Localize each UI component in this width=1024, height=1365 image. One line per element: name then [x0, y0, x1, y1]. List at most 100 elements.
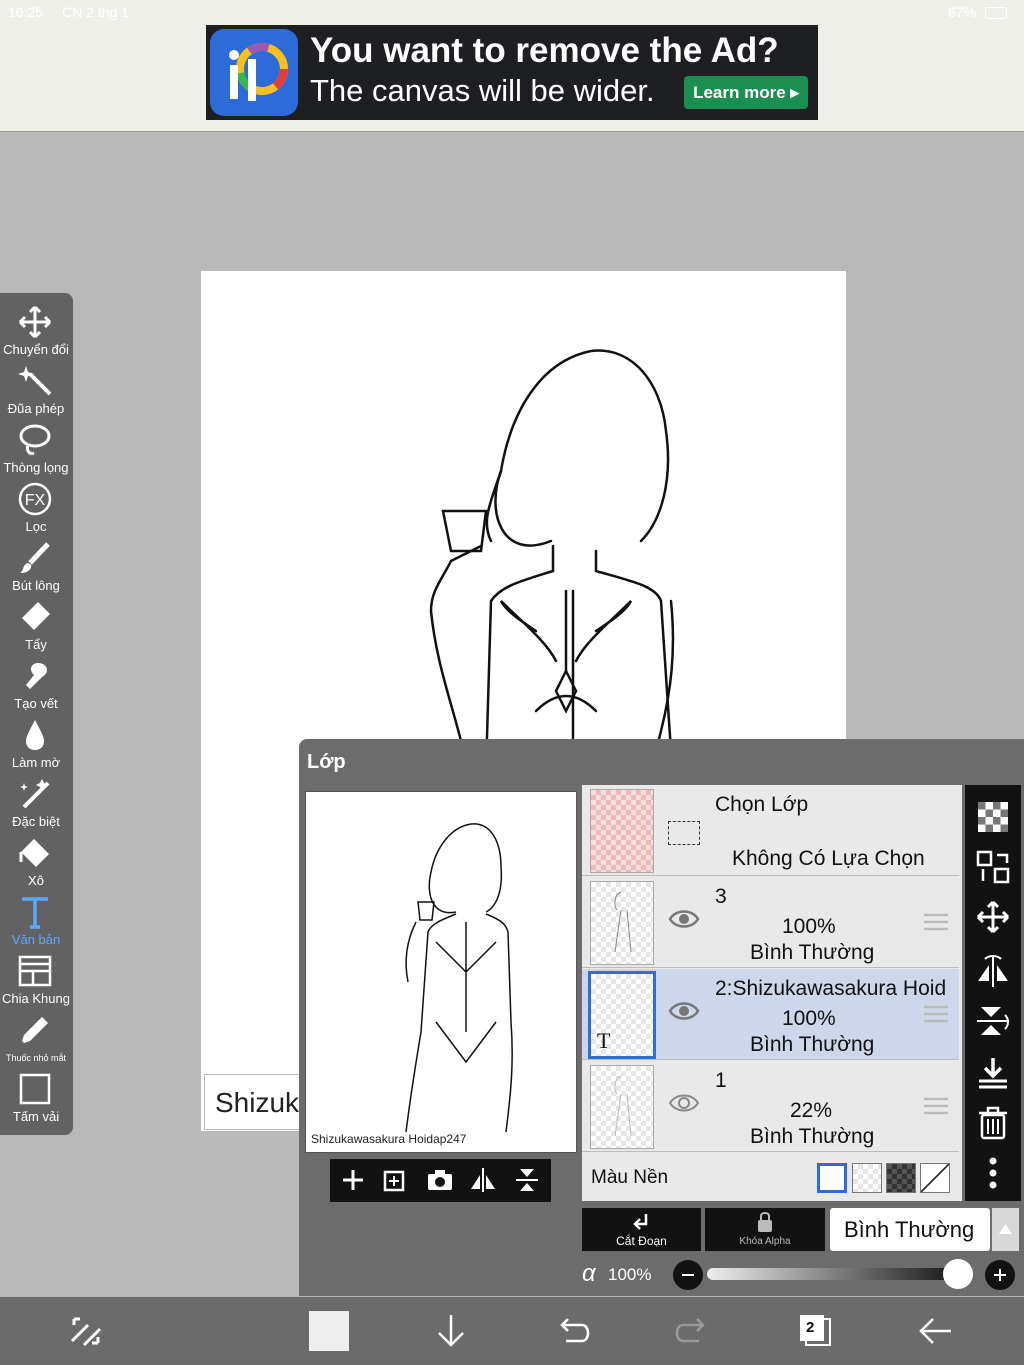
tool-magic-wand-label: Đũa phép	[7, 401, 65, 416]
bg-dark-checker-swatch[interactable]	[886, 1163, 916, 1193]
lock-icon	[758, 1212, 772, 1232]
layer-list: Chọn Lớp Không Có Lựa Chọn 3 100% Bình T…	[582, 785, 962, 1201]
status-time: 16:25	[8, 4, 44, 20]
add-layer-icon[interactable]	[338, 1165, 368, 1195]
opacity-decrease-button[interactable]	[673, 1260, 703, 1290]
tool-bucket[interactable]: Xô	[0, 834, 72, 893]
trash-icon[interactable]	[975, 1105, 1011, 1141]
tool-eyedropper[interactable]: Thuốc nhỏ mắt	[0, 1011, 72, 1070]
tool-brush[interactable]: Bút lông	[0, 539, 72, 598]
tool-smudge[interactable]: Tạo vết	[0, 657, 72, 716]
selection-layer-status: Không Có Lựa Chọn	[732, 847, 925, 870]
add-image-layer-icon[interactable]	[380, 1165, 410, 1195]
learn-more-button[interactable]: Learn more ▸	[684, 76, 808, 109]
rotate-layer-icon[interactable]	[512, 1165, 542, 1195]
status-battery: 67%	[948, 4, 977, 20]
clip-arrow-icon	[633, 1214, 648, 1230]
camera-icon[interactable]	[425, 1165, 455, 1195]
tool-eyedropper-label: Thuốc nhỏ mắt	[5, 1053, 67, 1063]
checkerboard-icon[interactable]	[975, 799, 1011, 835]
visibility-eye-icon[interactable]	[668, 907, 700, 931]
learn-more-label: Learn more	[693, 83, 786, 102]
opacity-increase-button[interactable]	[985, 1260, 1015, 1290]
bg-white-swatch[interactable]	[817, 1163, 847, 1193]
preview-caption: Shizukawasakura Hoidap247	[311, 1132, 467, 1146]
alpha-symbol: α	[582, 1260, 596, 1287]
visibility-eye-icon[interactable]	[668, 1091, 700, 1115]
layer-name: 2:Shizukawasakura Hoid	[715, 977, 947, 1000]
layer-blend-mode: Bình Thường	[750, 1125, 875, 1148]
tool-lasso-label: Thòng lọng	[3, 460, 69, 475]
blend-mode-toggle[interactable]	[992, 1208, 1019, 1251]
brush-icon	[20, 542, 50, 573]
tool-lasso[interactable]: Thòng lọng	[0, 421, 72, 480]
layers-button[interactable]: 2	[796, 1311, 836, 1351]
tool-canvas[interactable]: Tấm vải	[0, 1070, 72, 1129]
tool-frame-divider[interactable]: Chia Khung	[0, 952, 72, 1011]
plus-icon	[994, 1269, 1006, 1281]
layer-opacity: 22%	[790, 1099, 833, 1122]
clipping-button[interactable]: Cắt Đoạn	[582, 1208, 701, 1251]
blur-icon	[26, 720, 44, 750]
drag-handle-icon[interactable]	[924, 913, 948, 931]
tool-transform[interactable]: Chuyển đổi	[0, 303, 72, 362]
tool-special[interactable]: Đặc biệt	[0, 775, 72, 834]
layer-blend-mode: Bình Thường	[750, 941, 875, 964]
layer-thumbnail	[590, 881, 654, 965]
selection-layer-row[interactable]: Chọn Lớp Không Có Lựa Chọn	[582, 785, 959, 876]
tool-filter[interactable]: FX Lọc	[0, 480, 72, 539]
layer-row[interactable]: 3 100% Bình Thường	[582, 877, 959, 968]
bg-none-swatch[interactable]	[920, 1163, 950, 1193]
bg-transparent-swatch[interactable]	[852, 1163, 882, 1193]
flip-horizontal-icon[interactable]	[975, 953, 1011, 989]
ad-subline: The canvas will be wider.	[310, 73, 655, 108]
undo-icon[interactable]	[552, 1311, 592, 1351]
smudge-icon	[26, 663, 47, 689]
eyedropper-icon	[22, 1017, 48, 1043]
minus-icon	[682, 1274, 694, 1276]
background-color-row: Màu Nền	[582, 1155, 959, 1201]
lasso-icon	[19, 424, 51, 455]
layer-transfer-icon[interactable]	[975, 849, 1011, 885]
redo-icon[interactable]	[673, 1311, 713, 1351]
canvas-preview[interactable]: Shizukawasakura Hoidap247	[305, 791, 577, 1153]
drag-handle-icon[interactable]	[924, 1005, 948, 1023]
frame-divider-icon	[18, 955, 52, 987]
merge-down-icon[interactable]	[975, 1055, 1011, 1091]
special-brush-icon	[20, 779, 50, 809]
eraser-icon	[22, 602, 50, 630]
tool-brush-label: Bút lông	[12, 578, 60, 593]
opacity-slider[interactable]	[707, 1268, 963, 1280]
layers-count-icon	[800, 1315, 831, 1346]
opacity-slider-knob[interactable]	[943, 1259, 973, 1289]
alpha-lock-button[interactable]: Khóa Alpha	[705, 1208, 825, 1251]
tool-text[interactable]: Văn bản	[0, 893, 72, 952]
status-date: CN 2 thg 1	[62, 4, 129, 20]
magic-wand-icon	[18, 366, 52, 396]
quick-menu-icon[interactable]	[66, 1311, 106, 1351]
color-swatch-button[interactable]	[309, 1311, 349, 1351]
text-layer-glyph: T	[597, 1028, 611, 1053]
move-icon[interactable]	[975, 899, 1011, 935]
back-arrow-icon[interactable]	[917, 1311, 957, 1351]
bucket-icon	[19, 839, 49, 867]
arrow-down-icon[interactable]	[431, 1311, 471, 1351]
ad-banner[interactable]: You want to remove the Ad? The canvas wi…	[206, 25, 818, 120]
visibility-eye-icon[interactable]	[668, 999, 700, 1023]
chevron-up-icon	[999, 1224, 1012, 1234]
flip-vertical-icon[interactable]	[975, 1003, 1011, 1039]
blend-mode-select[interactable]: Bình Thường	[830, 1208, 990, 1251]
tool-filter-label: Lọc	[25, 519, 47, 534]
layers-panel: Lớp Shizukawasakura Hoidap247 Chọn Lớp K…	[299, 739, 1024, 1296]
tool-eraser[interactable]: Tẩy	[0, 598, 72, 657]
more-options-icon[interactable]	[975, 1155, 1011, 1191]
tool-magic-wand[interactable]: Đũa phép	[0, 362, 72, 421]
layer-thumbnail: T	[588, 971, 656, 1059]
clipping-label: Cắt Đoạn	[616, 1234, 667, 1248]
drag-handle-icon[interactable]	[924, 1097, 948, 1115]
layer-row-selected[interactable]: T 2:Shizukawasakura Hoid 100% Bình Thườn…	[582, 969, 959, 1060]
flip-layer-icon[interactable]	[468, 1165, 498, 1195]
layer-row[interactable]: 1 22% Bình Thường	[582, 1061, 959, 1152]
tool-blur[interactable]: Làm mờ	[0, 716, 72, 775]
layer-blend-mode: Bình Thường	[750, 1033, 875, 1056]
